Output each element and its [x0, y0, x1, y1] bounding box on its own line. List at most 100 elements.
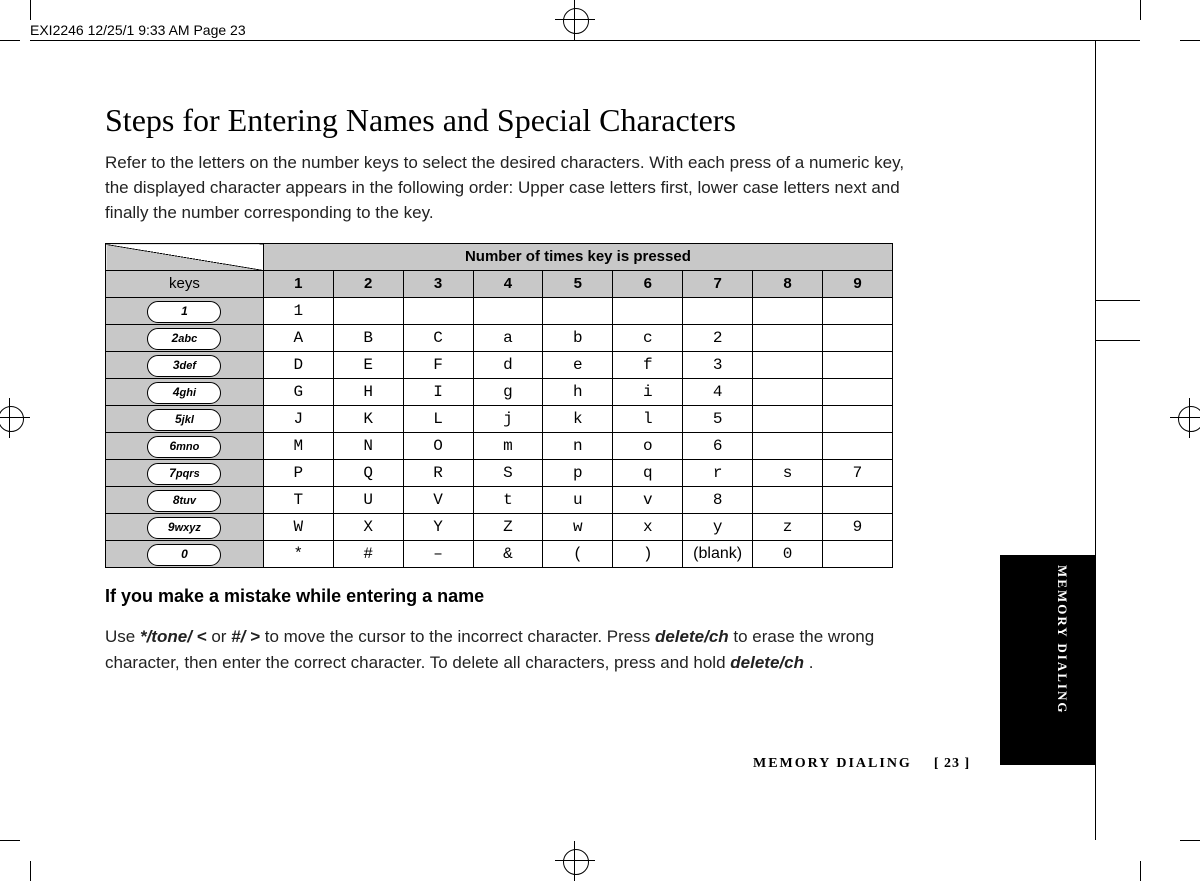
char-cell [543, 298, 613, 325]
col-header: 1 [263, 271, 333, 298]
char-cell [822, 298, 892, 325]
key-button-icon: 3def [147, 355, 221, 377]
table-row: 5jklJKLjkl5 [106, 406, 893, 433]
char-cell: A [263, 325, 333, 352]
col-header: 3 [403, 271, 473, 298]
char-cell [753, 433, 823, 460]
char-cell [403, 298, 473, 325]
page-title: Steps for Entering Names and Special Cha… [105, 101, 905, 139]
char-cell: y [683, 514, 753, 541]
registration-mark-right [1170, 398, 1200, 438]
key-cell: 0 [106, 541, 264, 568]
table-row: 11 [106, 298, 893, 325]
table-row: 6mnoMNOmno6 [106, 433, 893, 460]
char-cell: i [613, 379, 683, 406]
char-cell [473, 298, 543, 325]
key-token-tone: */tone/ < [140, 627, 207, 646]
char-cell: U [333, 487, 403, 514]
table-banner: Number of times key is pressed [263, 244, 892, 271]
crop-mark [1180, 40, 1200, 41]
char-cell: 6 [683, 433, 753, 460]
key-cell: 7pqrs [106, 460, 264, 487]
right-tick [1095, 340, 1140, 341]
char-cell: 4 [683, 379, 753, 406]
char-cell [333, 298, 403, 325]
char-cell: # [333, 541, 403, 568]
char-cell: u [543, 487, 613, 514]
char-cell [822, 325, 892, 352]
key-cell: 3def [106, 352, 264, 379]
key-button-icon: 8tuv [147, 490, 221, 512]
char-cell [753, 406, 823, 433]
right-rule [1095, 40, 1096, 840]
char-cell: B [333, 325, 403, 352]
col-header: 8 [753, 271, 823, 298]
char-cell: O [403, 433, 473, 460]
side-tab: MEMORY DIALING [1000, 555, 1095, 765]
mistake-heading: If you make a mistake while entering a n… [105, 586, 905, 607]
char-cell: H [333, 379, 403, 406]
char-cell: I [403, 379, 473, 406]
key-token-hash: #/ > [231, 627, 260, 646]
char-cell: 0 [753, 541, 823, 568]
char-cell: 5 [683, 406, 753, 433]
table-row: 9wxyzWXYZwxyz9 [106, 514, 893, 541]
char-cell: g [473, 379, 543, 406]
char-cell: Z [473, 514, 543, 541]
footer-page-number: [ 23 ] [934, 756, 970, 771]
key-button-icon: 7pqrs [147, 463, 221, 485]
key-cell: 9wxyz [106, 514, 264, 541]
crop-mark [0, 840, 20, 841]
side-tab-label: MEMORY DIALING [1054, 565, 1070, 714]
char-cell: m [473, 433, 543, 460]
key-cell: 4ghi [106, 379, 264, 406]
registration-mark-bottom [555, 841, 595, 881]
table-row: 3defDEFdef3 [106, 352, 893, 379]
char-cell: 2 [683, 325, 753, 352]
char-cell: 9 [822, 514, 892, 541]
char-cell: d [473, 352, 543, 379]
char-cell: o [613, 433, 683, 460]
key-cell: 2abc [106, 325, 264, 352]
registration-mark-top [555, 0, 595, 40]
table-row: 8tuvTUVtuv8 [106, 487, 893, 514]
print-slug: EXI2246 12/25/1 9:33 AM Page 23 [30, 22, 246, 38]
table-corner [106, 244, 264, 271]
char-cell: e [543, 352, 613, 379]
char-cell: p [543, 460, 613, 487]
char-cell: f [613, 352, 683, 379]
char-cell: X [333, 514, 403, 541]
char-cell [753, 487, 823, 514]
key-token-delete: delete/ch [655, 627, 729, 646]
top-rule [30, 40, 1140, 41]
footer: MEMORY DIALING [ 23 ] [753, 756, 970, 772]
char-cell: (blank) [683, 541, 753, 568]
char-cell: n [543, 433, 613, 460]
right-tick [1095, 300, 1140, 301]
char-cell: R [403, 460, 473, 487]
char-cell: c [613, 325, 683, 352]
char-cell: M [263, 433, 333, 460]
table-row: 7pqrsPQRSpqrs7 [106, 460, 893, 487]
key-button-icon: 4ghi [147, 382, 221, 404]
char-cell: G [263, 379, 333, 406]
text: or [211, 627, 231, 646]
table-row: 0*#–&()(blank)0 [106, 541, 893, 568]
text: Use [105, 627, 140, 646]
char-cell: s [753, 460, 823, 487]
key-button-icon: 0 [147, 544, 221, 566]
char-cell: v [613, 487, 683, 514]
char-cell: r [683, 460, 753, 487]
char-cell: 3 [683, 352, 753, 379]
char-cell [822, 487, 892, 514]
key-cell: 5jkl [106, 406, 264, 433]
char-cell: J [263, 406, 333, 433]
keys-header: keys [106, 271, 264, 298]
char-cell: h [543, 379, 613, 406]
crop-mark [1180, 840, 1200, 841]
col-header: 7 [683, 271, 753, 298]
key-cell: 1 [106, 298, 264, 325]
crop-mark [30, 0, 31, 20]
char-cell: W [263, 514, 333, 541]
char-cell [822, 433, 892, 460]
